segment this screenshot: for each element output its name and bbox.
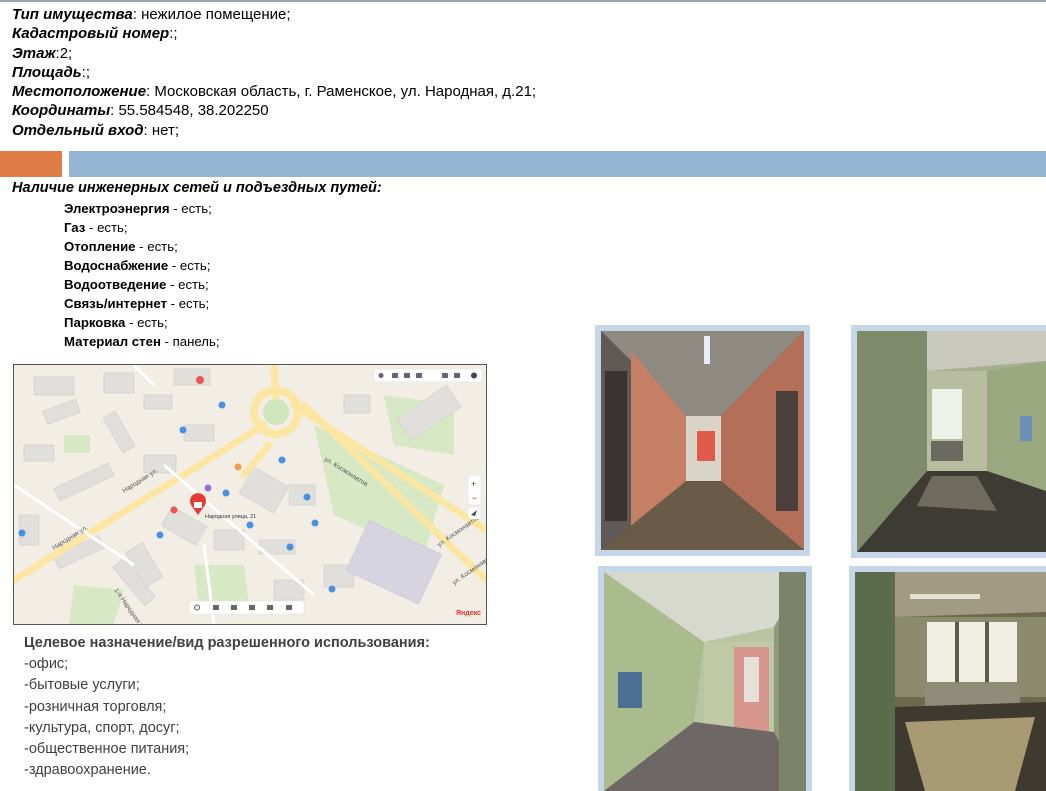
utility-sewerage: Водоотведение - есть; — [64, 277, 209, 292]
svg-text:−: − — [472, 493, 477, 503]
permitted-use-item: -культура, спорт, досуг; — [24, 719, 180, 736]
photo-room-window — [851, 325, 1046, 558]
permitted-use-item: -здравоохранение. — [24, 762, 151, 779]
permitted-use-item: -бытовые услуги; — [24, 677, 140, 694]
cadastral-number: Кадастровый номер:; — [12, 25, 178, 43]
utility-gas: Газ - есть; — [64, 220, 128, 235]
permitted-use-heading: Целевое назначение/вид разрешенного испо… — [24, 635, 430, 651]
utility-water-supply: Водоснабжение - есть; — [64, 258, 211, 273]
property-details: Тип имущества: нежилое помещение; Кадаст… — [12, 5, 536, 140]
map-top-controls — [373, 368, 483, 383]
permitted-use-item: -общественное питания; — [24, 741, 190, 758]
location: Местоположение: Московская область, г. Р… — [12, 83, 537, 101]
utilities-title: Наличие инженерных сетей и подъездных пу… — [12, 180, 382, 196]
utility-wall-material: Материал стен - панель; — [64, 334, 220, 349]
top-rule — [0, 0, 1046, 2]
photo-corridor — [595, 325, 810, 556]
floor: Этаж:2; — [12, 44, 73, 62]
separate-entrance: Отдельный вход: нет; — [12, 121, 180, 139]
photo-room-sunlight — [849, 566, 1046, 791]
map-brand: Яндекс — [456, 610, 481, 617]
permitted-use-item: -офис; — [24, 656, 69, 673]
map-canvas: Народная ул. ул. Космонавтов ул. Космона… — [14, 365, 486, 624]
utility-parking: Парковка - есть; — [64, 315, 168, 330]
area: Площадь:; — [12, 63, 90, 81]
utility-internet: Связь/интернет - есть; — [64, 296, 210, 311]
utility-heating: Отопление - есть; — [64, 239, 178, 254]
map-bottom-controls — [188, 600, 305, 615]
permitted-use: Целевое назначение/вид разрешенного испо… — [24, 633, 430, 781]
utility-electricity: Электроэнергия - есть; — [64, 201, 212, 216]
coordinates: Координаты: 55.584548, 38.202250 — [12, 102, 269, 120]
location-map[interactable]: Народная ул. ул. Космонавтов ул. Космона… — [13, 364, 487, 625]
accent-bar-blue — [69, 151, 1046, 177]
utilities-list: Электроэнергия - есть; Газ - есть; Отопл… — [64, 199, 220, 351]
map-zoom-controls: + − — [467, 474, 482, 520]
address-label: Народная улица, 21 — [205, 514, 256, 520]
photo-room-door — [598, 566, 812, 791]
svg-text:+: + — [471, 479, 476, 489]
property-type: Тип имущества: нежилое помещение; — [12, 6, 291, 23]
permitted-use-item: -розничная торговля; — [24, 698, 167, 715]
accent-bar-orange — [0, 151, 62, 177]
